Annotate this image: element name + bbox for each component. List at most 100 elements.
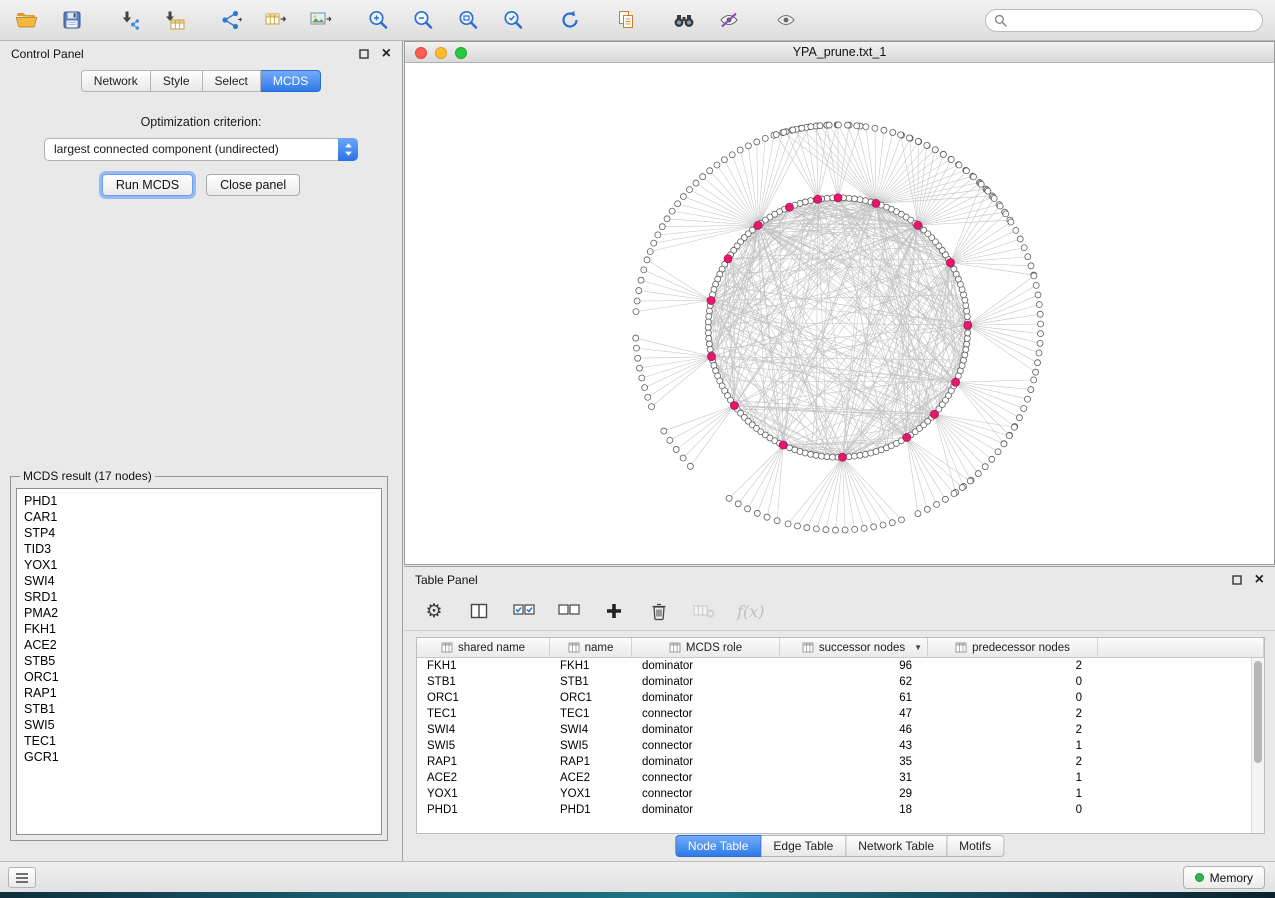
table-cell: 2 bbox=[928, 724, 1098, 736]
export-network-button[interactable] bbox=[216, 6, 246, 34]
import-table-button[interactable] bbox=[159, 6, 189, 34]
zoom-window-icon[interactable] bbox=[455, 47, 467, 59]
table-cell: ACE2 bbox=[417, 772, 550, 784]
column-header-predecessor-nodes[interactable]: predecessor nodes bbox=[928, 638, 1098, 657]
sort-arrow-icon[interactable]: ▼ bbox=[914, 643, 922, 652]
close-panel-button[interactable]: Close panel bbox=[206, 174, 300, 196]
tab-select[interactable]: Select bbox=[203, 70, 261, 92]
node-table: shared namenameMCDS rolesuccessor nodes▼… bbox=[416, 637, 1265, 834]
control-panel-title: Control Panel bbox=[11, 47, 84, 61]
tab-mcds[interactable]: MCDS bbox=[261, 70, 321, 92]
table-row[interactable]: SWI5SWI5connector431 bbox=[417, 738, 1251, 754]
table-row[interactable]: PHD1PHD1dominator180 bbox=[417, 802, 1251, 818]
deselect-all-button[interactable] bbox=[557, 598, 581, 624]
show-graphics-button[interactable] bbox=[771, 6, 801, 34]
clone-network-button[interactable] bbox=[612, 6, 642, 34]
table-cell: dominator bbox=[632, 756, 780, 768]
mcds-result-item[interactable]: GCR1 bbox=[24, 749, 374, 765]
refresh-view-button[interactable] bbox=[555, 6, 585, 34]
column-header-name[interactable]: name bbox=[550, 638, 632, 657]
zoom-fit-button[interactable] bbox=[453, 6, 483, 34]
tab-edge-table[interactable]: Edge Table bbox=[761, 835, 846, 857]
table-scrollbar[interactable] bbox=[1251, 658, 1264, 833]
search-field[interactable] bbox=[985, 9, 1263, 32]
clone-network-icon bbox=[616, 9, 638, 31]
show-graphics-icon bbox=[775, 9, 797, 31]
mcds-result-item[interactable]: SWI4 bbox=[24, 573, 374, 589]
memory-button[interactable]: Memory bbox=[1183, 866, 1265, 889]
table-row[interactable]: YOX1YOX1connector291 bbox=[417, 786, 1251, 802]
table-row[interactable]: STB1STB1dominator620 bbox=[417, 674, 1251, 690]
table-cell: dominator bbox=[632, 692, 780, 704]
table-row[interactable]: FKH1FKH1dominator962 bbox=[417, 658, 1251, 674]
import-network-button[interactable] bbox=[114, 6, 144, 34]
zoom-selected-button[interactable] bbox=[498, 6, 528, 34]
mcds-result-item[interactable]: SWI5 bbox=[24, 717, 374, 733]
table-row[interactable]: ACE2ACE2connector311 bbox=[417, 770, 1251, 786]
delete-row-button[interactable] bbox=[647, 598, 671, 624]
tab-node-table[interactable]: Node Table bbox=[675, 835, 762, 857]
close-panel-icon[interactable]: × bbox=[382, 46, 391, 62]
mcds-result-item[interactable]: TID3 bbox=[24, 541, 374, 557]
minimize-window-icon[interactable] bbox=[435, 47, 447, 59]
table-row[interactable]: SWI4SWI4dominator462 bbox=[417, 722, 1251, 738]
criterion-dropdown[interactable]: largest connected component (undirected) bbox=[44, 138, 358, 161]
mcds-result-item[interactable]: FKH1 bbox=[24, 621, 374, 637]
table-cell: 96 bbox=[780, 660, 928, 672]
mcds-result-item[interactable]: ACE2 bbox=[24, 637, 374, 653]
mcds-result-item[interactable]: STB5 bbox=[24, 653, 374, 669]
mcds-result-list[interactable]: PHD1CAR1STP4TID3YOX1SWI4SRD1PMA2FKH1ACE2… bbox=[16, 488, 382, 835]
column-header-mcds-role[interactable]: MCDS role bbox=[632, 638, 780, 657]
tab-network[interactable]: Network bbox=[81, 70, 151, 92]
mcds-result-item[interactable]: PHD1 bbox=[24, 493, 374, 509]
export-table-button[interactable] bbox=[261, 6, 291, 34]
table-cell: 2 bbox=[928, 708, 1098, 720]
network-graph[interactable] bbox=[405, 63, 1274, 564]
float-panel-icon[interactable] bbox=[359, 49, 369, 59]
save-session-button[interactable] bbox=[57, 6, 87, 34]
table-cell: 1 bbox=[928, 788, 1098, 800]
column-header-successor-nodes[interactable]: successor nodes▼ bbox=[780, 638, 928, 657]
open-session-button[interactable] bbox=[12, 6, 42, 34]
mcds-result-item[interactable]: TEC1 bbox=[24, 733, 374, 749]
mcds-result-item[interactable]: CAR1 bbox=[24, 509, 374, 525]
float-table-panel-icon[interactable] bbox=[1232, 575, 1242, 585]
split-panel-button[interactable] bbox=[467, 598, 491, 624]
find-binoculars-button[interactable] bbox=[669, 6, 699, 34]
mcds-result-item[interactable]: STB1 bbox=[24, 701, 374, 717]
hide-graphics-button[interactable] bbox=[714, 6, 744, 34]
mcds-result-item[interactable]: SRD1 bbox=[24, 589, 374, 605]
scrollbar-thumb[interactable] bbox=[1254, 661, 1262, 763]
network-canvas[interactable] bbox=[405, 63, 1274, 564]
search-input[interactable] bbox=[1013, 13, 1254, 27]
add-row-button[interactable] bbox=[602, 598, 626, 624]
column-header-shared-name[interactable]: shared name bbox=[417, 638, 550, 657]
close-table-panel-icon[interactable]: × bbox=[1255, 572, 1264, 588]
run-mcds-button[interactable]: Run MCDS bbox=[102, 174, 193, 196]
table-row[interactable]: ORC1ORC1dominator610 bbox=[417, 690, 1251, 706]
mcds-result-item[interactable]: STP4 bbox=[24, 525, 374, 541]
export-image-button[interactable] bbox=[306, 6, 336, 34]
close-window-icon[interactable] bbox=[415, 47, 427, 59]
mcds-result-item[interactable]: RAP1 bbox=[24, 685, 374, 701]
tab-motifs[interactable]: Motifs bbox=[947, 835, 1004, 857]
table-cell: ACE2 bbox=[550, 772, 632, 784]
table-cell: 61 bbox=[780, 692, 928, 704]
zoom-in-button[interactable] bbox=[363, 6, 393, 34]
column-header-filler bbox=[1098, 638, 1264, 657]
find-binoculars-icon bbox=[672, 9, 696, 31]
network-view-titlebar[interactable]: YPA_prune.txt_1 bbox=[405, 42, 1274, 63]
table-row[interactable]: TEC1TEC1connector472 bbox=[417, 706, 1251, 722]
toolbar-group bbox=[12, 6, 87, 34]
tab-network-table[interactable]: Network Table bbox=[846, 835, 947, 857]
table-row[interactable]: RAP1RAP1dominator352 bbox=[417, 754, 1251, 770]
mcds-result-item[interactable]: PMA2 bbox=[24, 605, 374, 621]
mcds-result-item[interactable]: YOX1 bbox=[24, 557, 374, 573]
column-settings-button[interactable]: ⚙ bbox=[422, 598, 446, 624]
zoom-out-button[interactable] bbox=[408, 6, 438, 34]
select-all-button[interactable] bbox=[512, 598, 536, 624]
mcds-result-item[interactable]: ORC1 bbox=[24, 669, 374, 685]
show-panels-button[interactable] bbox=[8, 867, 36, 888]
table-cell: STB1 bbox=[550, 676, 632, 688]
tab-style[interactable]: Style bbox=[151, 70, 203, 92]
